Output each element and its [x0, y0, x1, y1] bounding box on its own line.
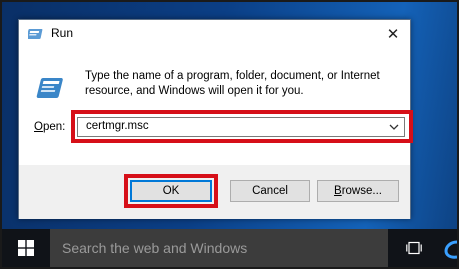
search-placeholder: Search the web and Windows: [62, 240, 248, 256]
start-button[interactable]: [2, 229, 50, 267]
windows-logo-icon: [18, 240, 34, 256]
open-input[interactable]: certmgr.msc: [86, 120, 149, 132]
open-label-text: pen:: [42, 121, 66, 133]
browser-icon[interactable]: [444, 239, 457, 259]
taskbar: Search the web and Windows: [2, 229, 457, 267]
title-bar[interactable]: Run ✕: [19, 20, 410, 48]
browse-access-key: B: [334, 185, 342, 197]
run-icon: [28, 29, 43, 39]
close-icon: ✕: [386, 26, 400, 43]
run-dialog: Run ✕ Type the name of a program, folder…: [18, 19, 413, 219]
browse-button-label: rowse...: [341, 185, 382, 197]
cancel-button-label: Cancel: [252, 185, 288, 197]
task-view-icon: [406, 241, 422, 255]
open-label: Open:: [34, 121, 65, 133]
run-program-icon: [36, 78, 63, 98]
chevron-down-icon[interactable]: [386, 119, 402, 135]
dialog-title: Run: [51, 26, 74, 40]
dialog-description: Type the name of a program, folder, docu…: [85, 70, 380, 97]
browse-button[interactable]: Browse...: [317, 180, 399, 202]
close-button[interactable]: ✕: [376, 20, 410, 48]
ok-button[interactable]: OK: [130, 180, 212, 202]
task-view-button[interactable]: [394, 229, 434, 267]
open-label-access-key: O: [34, 121, 43, 133]
button-bar: OK Cancel Browse...: [19, 165, 410, 219]
cancel-button[interactable]: Cancel: [230, 180, 310, 202]
open-combobox[interactable]: certmgr.msc: [77, 117, 405, 137]
ok-button-label: OK: [162, 185, 180, 197]
taskbar-search-box[interactable]: Search the web and Windows: [50, 229, 388, 267]
